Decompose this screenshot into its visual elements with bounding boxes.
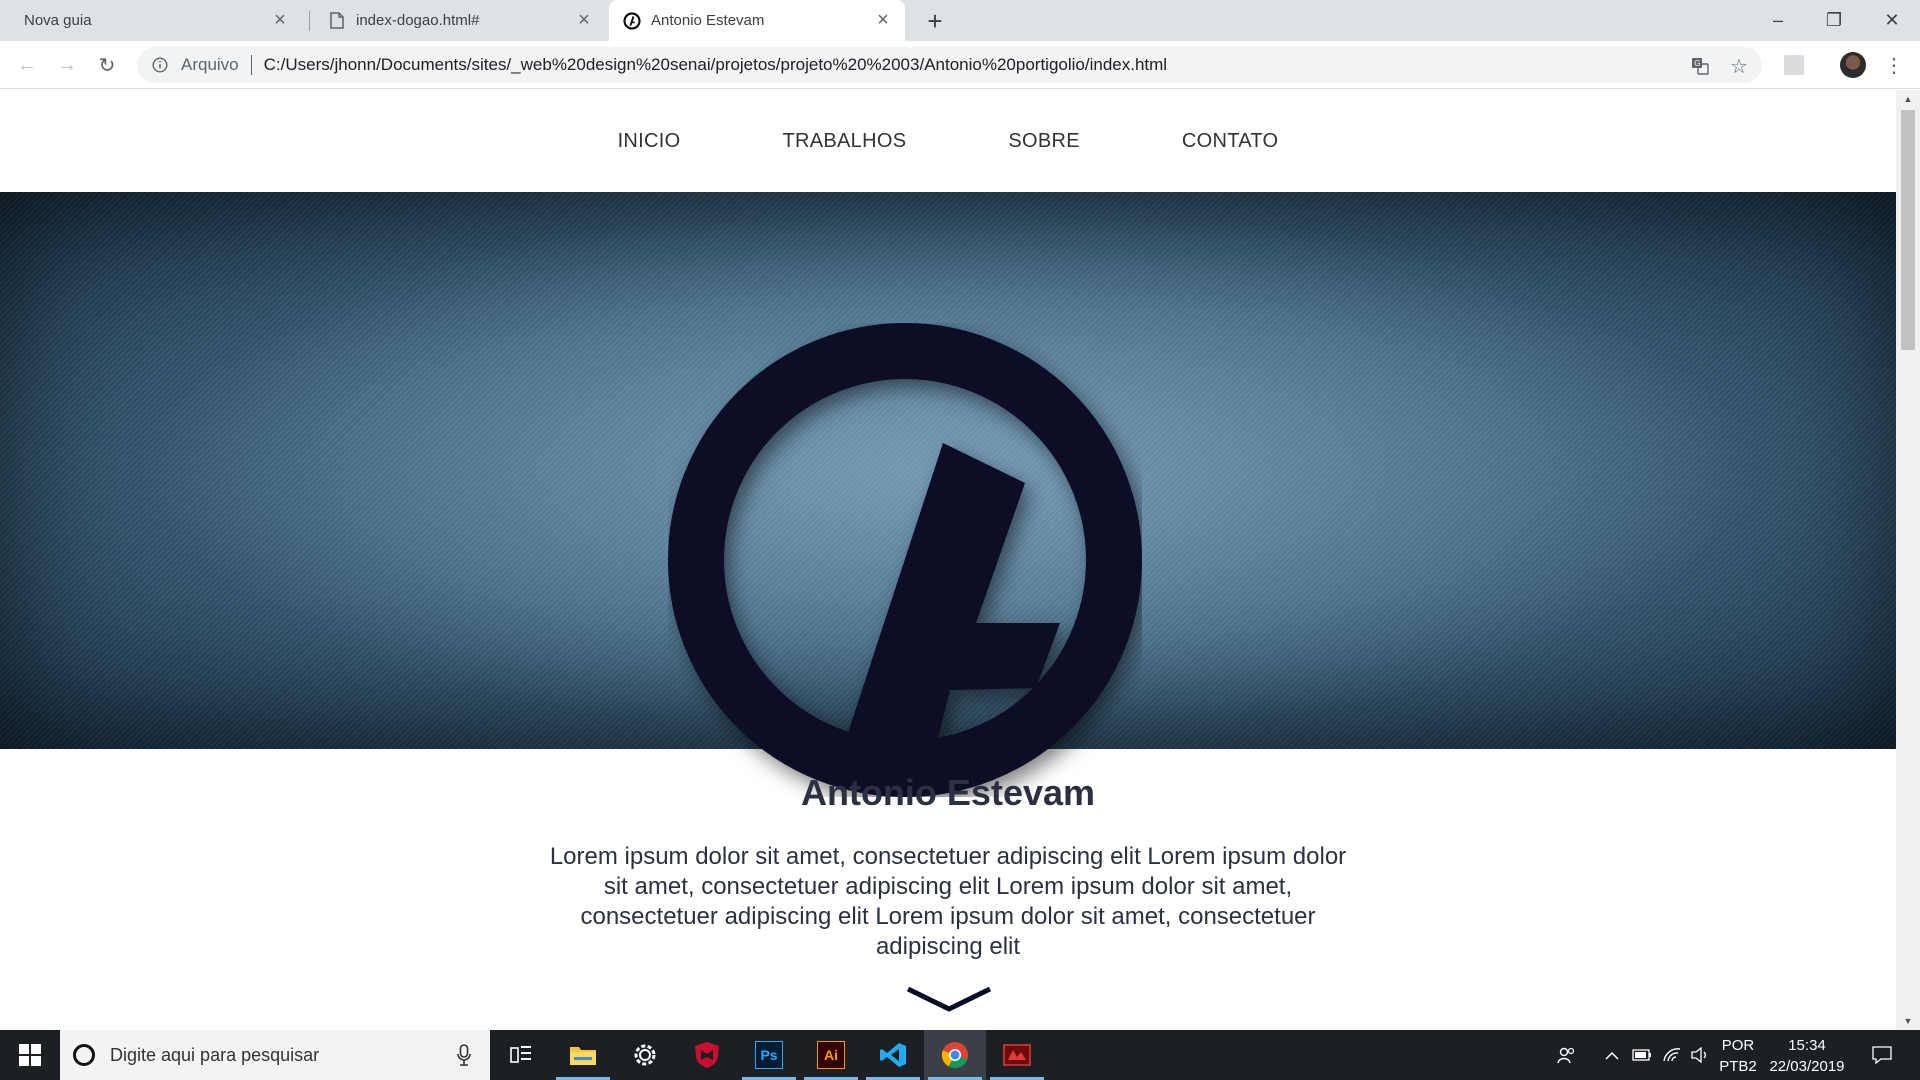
windows-taskbar: Digite aqui para pesquisar Ps Ai POR PTB… (0, 1030, 1920, 1080)
battery-icon[interactable] (1628, 1030, 1656, 1080)
tray-expand-icon[interactable] (1598, 1030, 1626, 1080)
people-icon[interactable] (1550, 1030, 1584, 1080)
tab-antonio-estevam[interactable]: Antonio Estevam × (609, 0, 905, 41)
task-view-icon[interactable] (490, 1030, 552, 1080)
tab-separator (309, 11, 310, 31)
hero-banner (0, 192, 1896, 797)
photoshop-label: Ps (755, 1041, 783, 1069)
site-nav: INICIO TRABALHOS SOBRE CONTATO (0, 90, 1896, 192)
url-separator (250, 55, 252, 75)
microphone-icon[interactable] (454, 1042, 474, 1068)
file-explorer-icon[interactable] (552, 1030, 614, 1080)
scroll-up-arrow[interactable]: ▲ (1896, 90, 1920, 108)
browser-tab-strip: Nova guia × index-dogao.html# × Antonio … (0, 0, 1920, 41)
nav-inicio[interactable]: INICIO (618, 130, 681, 153)
scroll-down-arrow[interactable]: ▼ (1896, 1012, 1920, 1030)
red-app-icon[interactable] (986, 1030, 1048, 1080)
pdf-extension-icon[interactable] (1784, 55, 1804, 75)
nav-contato[interactable]: CONTATO (1182, 130, 1279, 153)
minimize-button[interactable]: – (1750, 0, 1806, 41)
tab-nova-guia[interactable]: Nova guia × (10, 0, 302, 41)
chevron-down-icon[interactable] (906, 987, 992, 1013)
browser-toolbar: ← → ↻ Arquivo C:/Users/jhonn/Documents/s… (0, 41, 1920, 89)
intro-text: Lorem ipsum dolor sit amet, consectetuer… (549, 843, 1347, 960)
volume-icon[interactable] (1686, 1030, 1714, 1080)
language-code: POR (1721, 1037, 1755, 1054)
bookmark-star-icon[interactable]: ☆ (1729, 56, 1749, 78)
translate-icon[interactable]: G (1690, 56, 1710, 76)
chrome-icon[interactable] (924, 1030, 986, 1080)
file-icon (328, 12, 346, 30)
reload-button[interactable]: ↻ (92, 50, 122, 80)
url-text[interactable]: C:/Users/jhonn/Documents/sites/_web%20de… (264, 55, 1167, 75)
taskbar-search-box[interactable]: Digite aqui para pesquisar (60, 1030, 490, 1080)
close-tab-icon[interactable]: × (574, 9, 594, 31)
close-tab-icon[interactable]: × (873, 9, 893, 31)
nav-trabalhos[interactable]: TRABALHOS (783, 130, 907, 153)
page-viewport: INICIO TRABALHOS SOBRE CONTATO Antonio E… (0, 90, 1920, 1030)
browser-menu-icon[interactable]: ⋮ (1884, 50, 1904, 80)
taskbar-clock[interactable]: 15:34 22/03/2019 (1763, 1035, 1851, 1077)
forward-button[interactable]: → (52, 50, 82, 80)
vscode-icon[interactable] (862, 1030, 924, 1080)
info-icon[interactable] (151, 56, 169, 74)
svg-text:G: G (1694, 59, 1700, 68)
photoshop-icon[interactable]: Ps (738, 1030, 800, 1080)
site-logo-icon (623, 11, 641, 30)
tab-title: Antonio Estevam (651, 12, 765, 29)
illustrator-icon[interactable]: Ai (800, 1030, 862, 1080)
site-logo (668, 323, 1142, 797)
wifi-icon[interactable] (1658, 1030, 1686, 1080)
close-window-button[interactable]: ✕ (1864, 0, 1920, 41)
tab-title: Nova guia (24, 12, 92, 29)
page-scrollbar[interactable]: ▲ ▼ (1896, 90, 1920, 1030)
nav-sobre[interactable]: SOBRE (1008, 130, 1080, 153)
windows-start-button[interactable] (0, 1030, 60, 1080)
mcafee-icon[interactable] (676, 1030, 738, 1080)
illustrator-label: Ai (817, 1041, 845, 1069)
input-language-indicator[interactable]: POR PTB2 (1713, 1035, 1763, 1077)
tab-index-dogao[interactable]: index-dogao.html# × (316, 0, 606, 41)
new-tab-button[interactable]: + (920, 6, 950, 36)
clock-time: 15:34 (1788, 1037, 1826, 1054)
tab-title: index-dogao.html# (356, 12, 480, 29)
restore-button[interactable]: ❐ (1806, 0, 1862, 41)
close-tab-icon[interactable]: × (270, 9, 290, 31)
settings-gear-icon[interactable] (614, 1030, 676, 1080)
search-placeholder: Digite aqui para pesquisar (110, 1044, 320, 1065)
address-bar[interactable]: Arquivo C:/Users/jhonn/Documents/sites/_… (137, 47, 1762, 83)
keyboard-layout: PTB2 (1719, 1058, 1757, 1075)
profile-avatar[interactable] (1840, 52, 1866, 78)
url-scheme-label: Arquivo (181, 55, 239, 74)
notification-center-icon[interactable] (1862, 1030, 1902, 1080)
page-title: Antonio Estevam (800, 772, 1096, 813)
back-button[interactable]: ← (12, 50, 42, 80)
clock-date: 22/03/2019 (1769, 1058, 1845, 1075)
cortana-icon (73, 1044, 95, 1066)
scrollbar-thumb[interactable] (1901, 110, 1915, 350)
